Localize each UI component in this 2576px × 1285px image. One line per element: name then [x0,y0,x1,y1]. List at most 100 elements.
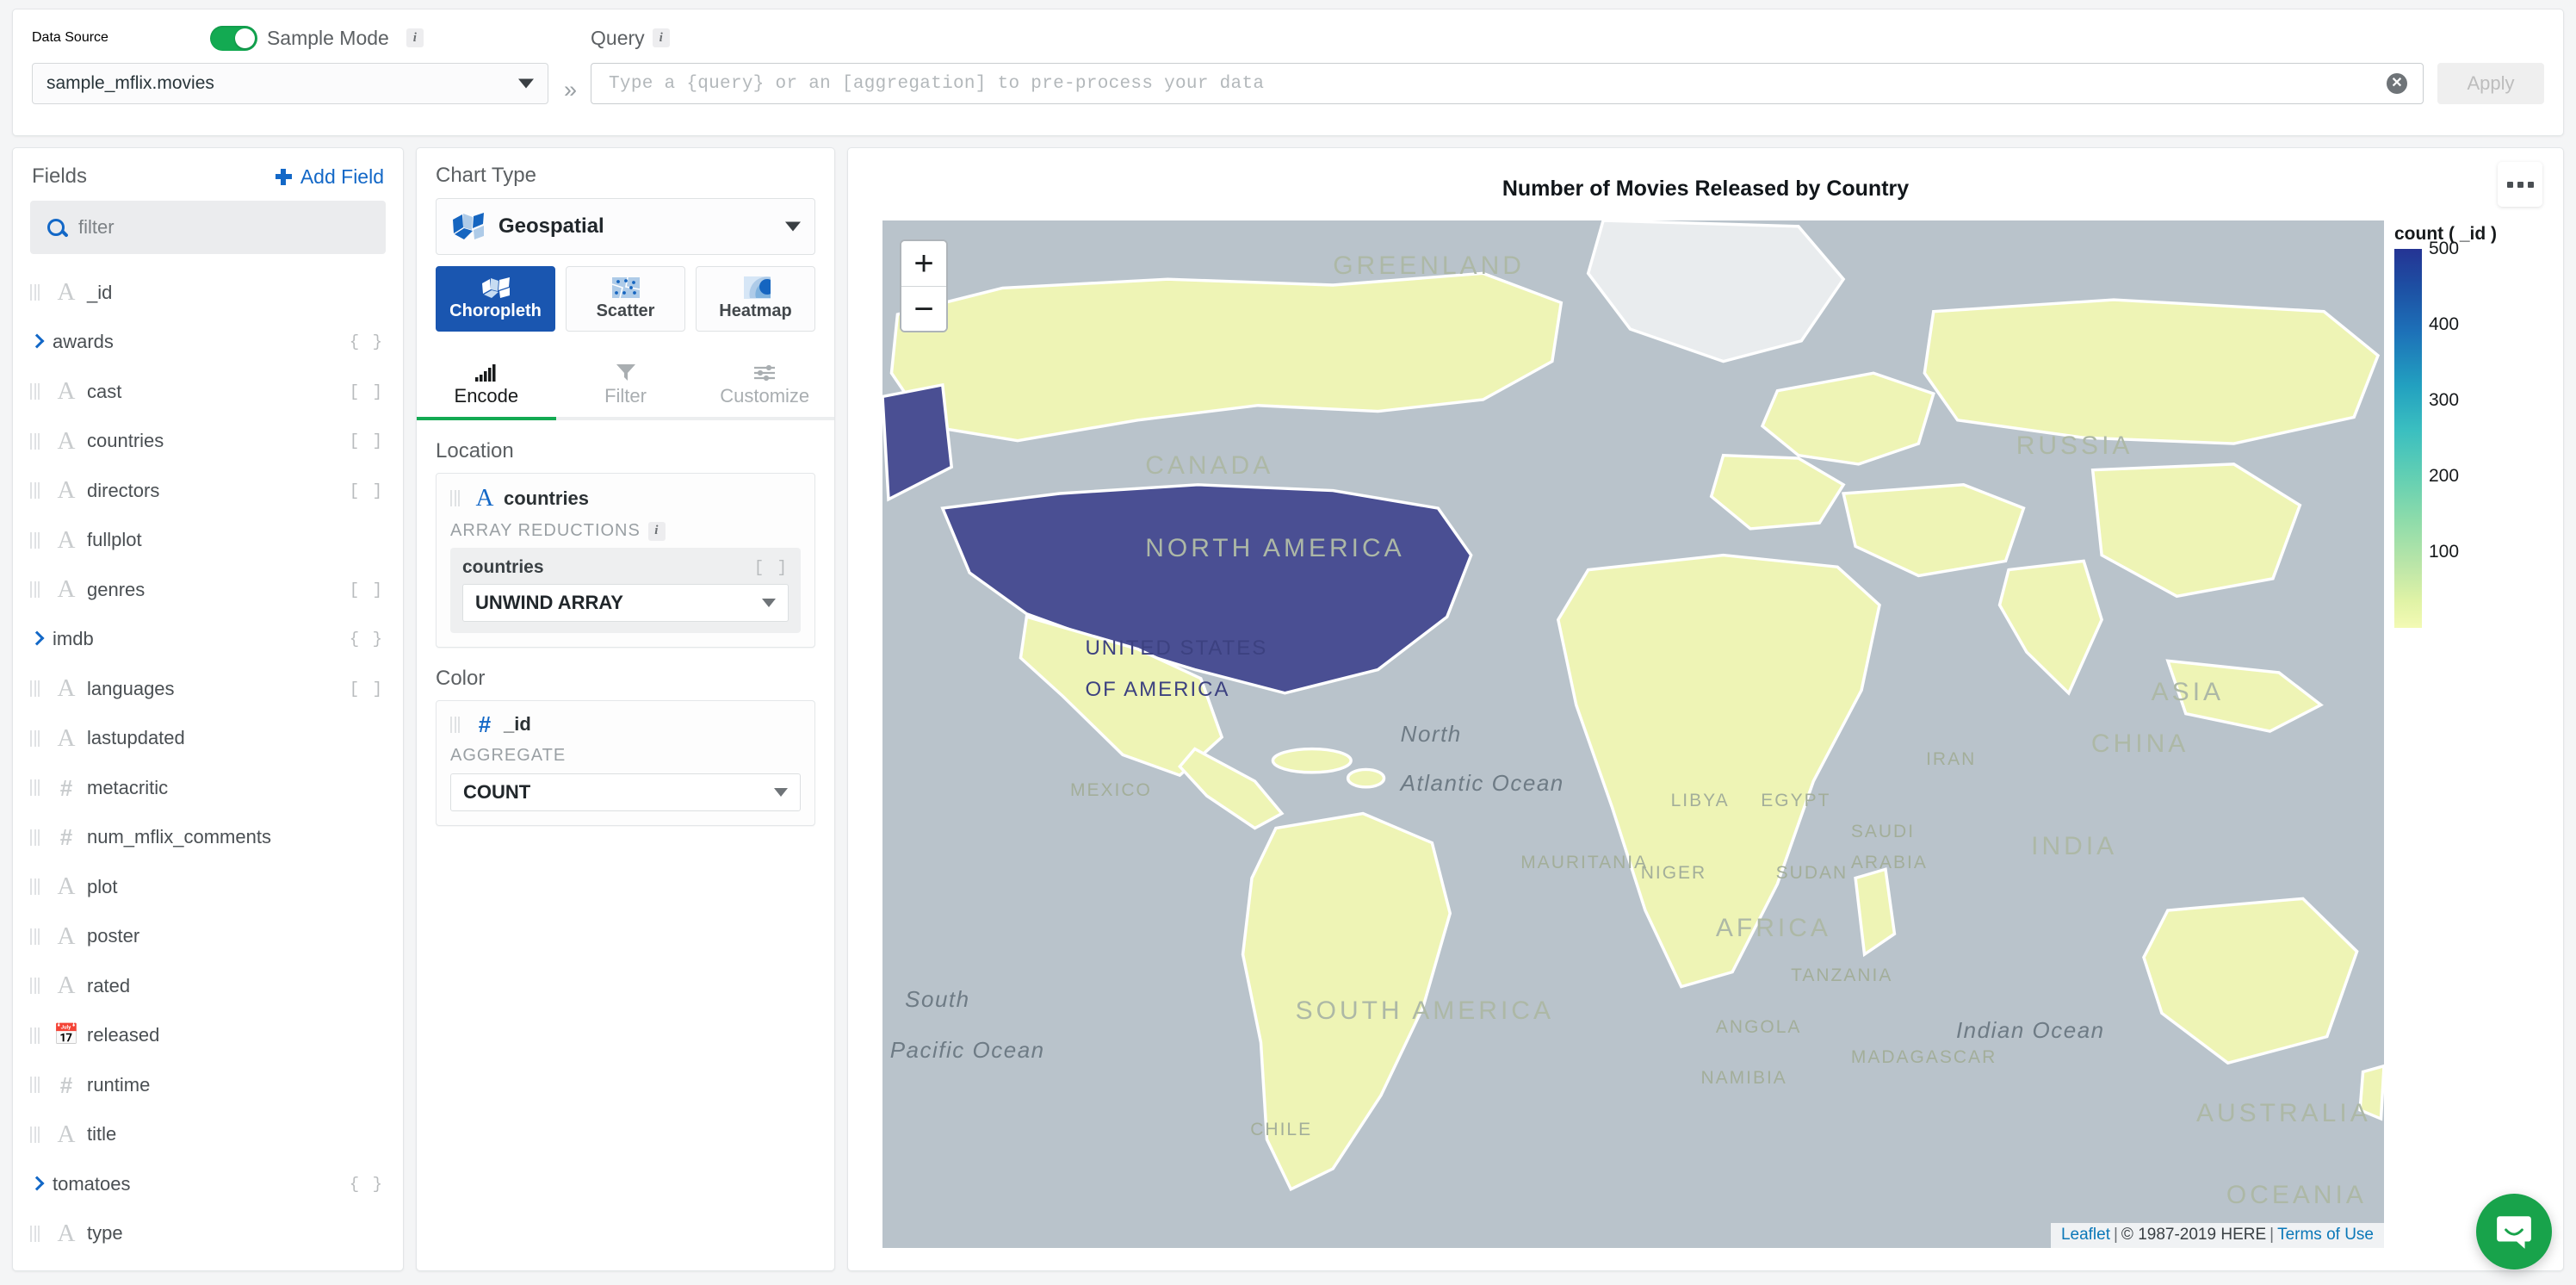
drag-handle-icon[interactable] [30,680,44,698]
chart-subtype-tabs: Choropleth Scatter Heatmap [436,266,815,332]
tab-encode[interactable]: Encode [417,351,556,420]
field-row-title[interactable]: Atitle [13,1110,403,1160]
aggregate-value: COUNT [463,781,531,803]
field-row-cast[interactable]: Acast [ ] [13,367,403,417]
drag-handle-icon[interactable] [30,1125,44,1144]
array-reductions-label-row: ARRAY REDUCTIONS i [450,521,801,541]
apply-button[interactable]: Apply [2437,63,2544,104]
copyright-text: © 1987-2019 HERE [2121,1226,2267,1244]
add-field-button[interactable]: Add Field [275,165,384,189]
chart-subtype-scatter[interactable]: Scatter [566,266,685,332]
field-row-tomatoes[interactable]: tomatoes { } [13,1159,403,1209]
location-field-chip[interactable]: A countries [450,486,801,511]
drag-handle-icon[interactable] [30,977,44,996]
chevron-right-icon[interactable] [30,630,44,649]
dot [2506,181,2513,188]
field-row-_id[interactable]: A _id [13,268,403,318]
tab-customize[interactable]: Customize [695,351,834,417]
tab-filter[interactable]: Filter [556,351,696,417]
zoom-out-button[interactable]: − [901,286,946,331]
drag-handle-icon[interactable] [30,779,44,798]
field-row-languages[interactable]: Alanguages [ ] [13,664,403,714]
field-type-badge: [ ] [349,431,384,451]
field-name: tomatoes [53,1172,131,1195]
sample-mode-control[interactable]: Sample Mode i [209,25,424,51]
field-row-directors[interactable]: Adirectors [ ] [13,466,403,516]
field-row-imdb[interactable]: imdb { } [13,615,403,665]
field-row-lastupdated[interactable]: Alastupdated [13,714,403,764]
chevron-right-icon[interactable] [30,332,44,351]
clear-query-icon[interactable]: ✕ [2387,73,2407,94]
color-field-chip[interactable]: # _id [450,713,801,736]
field-name: languages [87,677,175,699]
location-card[interactable]: A countries ARRAY REDUCTIONS i countries… [436,473,815,648]
color-card[interactable]: # _id AGGREGATE COUNT [436,700,815,826]
tab-encode-label: Encode [454,385,519,407]
drag-handle-icon[interactable] [30,481,44,500]
array-reduction-box: countries [ ] UNWIND ARRAY [450,548,801,633]
color-field-name: _id [504,713,531,735]
field-name: plot [87,875,118,897]
field-row-countries[interactable]: Acountries [ ] [13,417,403,467]
field-row-released[interactable]: 📅 released [13,1011,403,1061]
sample-mode-info-icon[interactable]: i [406,28,424,47]
map-zoom-controls: + − [900,239,948,332]
number-type-icon: # [59,824,73,851]
chat-bubble-icon[interactable] [2476,1194,2552,1269]
field-name: title [87,1123,117,1145]
zoom-in-button[interactable]: + [901,241,946,286]
array-reduction-select[interactable]: UNWIND ARRAY [462,584,789,622]
data-source-value: sample_mflix.movies [46,73,214,93]
drag-handle-icon[interactable] [30,531,44,549]
legend-gradient-bar [2394,249,2422,628]
drag-handle-icon[interactable] [30,580,44,599]
drag-handle-icon[interactable] [30,431,44,450]
aggregate-select[interactable]: COUNT [450,773,801,811]
chart-type-select[interactable]: Geospatial [436,198,815,255]
drag-handle-icon[interactable] [30,1224,44,1243]
chart-subtype-choropleth[interactable]: Choropleth [436,266,555,332]
field-row-writers[interactable]: Awriters[ ] [13,1258,403,1271]
data-source-select[interactable]: sample_mflix.movies [32,63,548,104]
sample-mode-toggle[interactable] [209,25,257,51]
chart-menu-button[interactable] [2498,162,2542,207]
string-type-icon: A [57,575,76,604]
array-reductions-info-icon[interactable]: i [647,521,666,541]
query-info-icon[interactable]: i [652,28,670,47]
drag-handle-icon[interactable] [450,715,464,734]
field-row-awards[interactable]: awards { } [13,318,403,368]
field-name: type [87,1222,123,1245]
drag-handle-icon[interactable] [30,1076,44,1095]
field-filter-input[interactable]: filter [30,201,386,254]
chevron-right-icon[interactable] [30,1175,44,1194]
chart-subtype-heatmap[interactable]: Heatmap [696,266,815,332]
drag-handle-icon[interactable] [30,1026,44,1045]
drag-handle-icon[interactable] [30,729,44,748]
choropleth-map[interactable]: GREENLAND CANADA NORTH AMERICA UNITED STATE… [882,220,2384,1248]
query-input[interactable]: Type a {query} or an [aggregation] to pr… [591,63,2424,104]
chart-type-section: Chart Type Geospatial Choropleth Scatter… [417,148,834,332]
field-row-metacritic[interactable]: # metacritic [13,763,403,813]
drag-handle-icon[interactable] [450,489,464,508]
dot [2527,181,2534,188]
drag-handle-icon[interactable] [30,927,44,946]
drag-handle-icon[interactable] [30,828,44,847]
field-row-type[interactable]: Atype [13,1209,403,1259]
field-type-badge: { } [349,1174,384,1194]
field-row-plot[interactable]: Aplot [13,862,403,912]
field-row-fullplot[interactable]: Afullplot [13,516,403,566]
field-row-rated[interactable]: Arated [13,961,403,1011]
drag-handle-icon[interactable] [30,878,44,897]
field-row-num_mflix_comments[interactable]: # num_mflix_comments [13,813,403,863]
leaflet-link[interactable]: Leaflet [2061,1226,2110,1244]
dot [2517,181,2523,188]
field-row-genres[interactable]: Agenres [ ] [13,565,403,615]
drag-handle-icon[interactable] [30,382,44,401]
collapse-panel-icon[interactable]: » [564,77,577,103]
drag-handle-icon[interactable] [30,283,44,302]
field-row-poster[interactable]: Aposter [13,912,403,962]
map-attribution: Leaflet | © 1987-2019 HERE | Terms of Use [2050,1223,2384,1248]
terms-of-use-link[interactable]: Terms of Use [2277,1226,2374,1244]
field-row-runtime[interactable]: # runtime [13,1060,403,1110]
string-type-icon: A [57,476,76,505]
